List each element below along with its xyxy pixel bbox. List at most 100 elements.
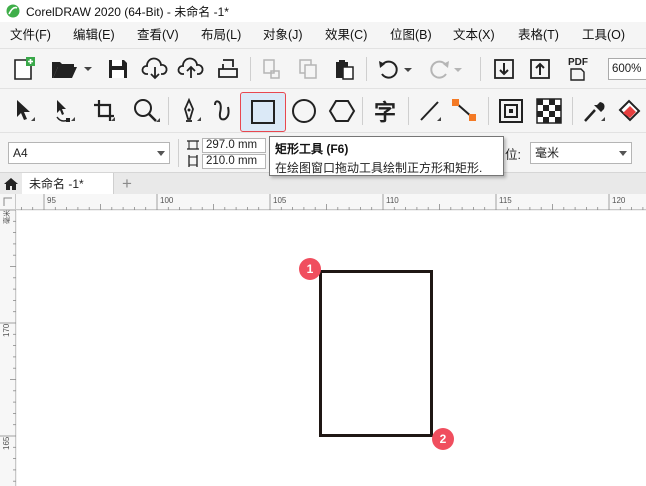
ruler-label: 105	[273, 196, 287, 205]
zoom-tool[interactable]	[128, 97, 164, 125]
contour-tool[interactable]	[494, 97, 528, 125]
eyedropper-icon	[584, 102, 605, 122]
menu-table[interactable]: 表格(T)	[518, 22, 559, 48]
redo-disabled-icon	[430, 60, 462, 79]
undo-icon	[379, 60, 412, 79]
home-icon[interactable]	[3, 177, 19, 191]
ellipse-icon	[292, 99, 316, 123]
toolbar-separator	[488, 97, 489, 125]
open-folder-icon	[52, 62, 92, 78]
document-tab[interactable]: 未命名 -1*	[22, 173, 114, 195]
add-document-button[interactable]: +	[118, 175, 136, 193]
ruler-label: 165	[2, 436, 11, 450]
paste-button[interactable]	[330, 56, 358, 82]
horizontal-ruler[interactable]: 95 100 105 110 115 120	[16, 194, 646, 210]
page-height-field[interactable]: 210.0 mm	[202, 154, 266, 169]
publish-pdf-button[interactable]: PDF	[562, 54, 596, 84]
freehand-tool[interactable]	[208, 97, 238, 125]
copy-button[interactable]	[294, 56, 322, 82]
ruler-label: 110	[386, 196, 399, 205]
toolbar-separator	[168, 97, 169, 125]
menu-tools[interactable]: 工具(O)	[582, 22, 625, 48]
shape-tool[interactable]	[48, 97, 80, 125]
connector-icon	[452, 99, 476, 121]
menu-bitmaps[interactable]: 位图(B)	[390, 22, 432, 48]
new-document-icon	[14, 57, 35, 80]
menu-file[interactable]: 文件(F)	[10, 22, 51, 48]
import-button[interactable]	[258, 56, 286, 82]
export-file-button[interactable]	[526, 56, 554, 82]
menu-effects[interactable]: 效果(C)	[325, 22, 367, 48]
ellipse-tool[interactable]	[288, 97, 320, 125]
cloud-upload-icon	[177, 57, 204, 78]
import-file-button[interactable]	[490, 56, 518, 82]
cloud-download-button[interactable]	[140, 56, 170, 82]
crop-tool[interactable]	[88, 97, 120, 125]
import-disabled-icon	[263, 59, 280, 79]
ruler-label: 120	[612, 196, 626, 205]
toolbar-separator	[178, 139, 179, 167]
menu-object[interactable]: 对象(J)	[263, 22, 303, 48]
units-label: 位:	[505, 148, 521, 162]
redo-button[interactable]	[424, 56, 464, 82]
shape-node-icon	[56, 100, 75, 122]
menu-view[interactable]: 查看(V)	[137, 22, 179, 48]
polygon-tool[interactable]	[326, 97, 358, 125]
save-icon	[109, 60, 127, 78]
horizontal-ruler-scale: 95 100 105 110 115 120	[21, 194, 644, 210]
undo-button[interactable]	[374, 56, 414, 82]
document-tab-label: 未命名 -1*	[29, 177, 84, 191]
cloud-upload-button[interactable]	[176, 56, 206, 82]
tooltip-description: 在绘图窗口拖动工具绘制正方形和矩形.	[275, 161, 483, 175]
checkerboard-icon	[536, 98, 562, 124]
export-arrow-icon	[530, 59, 550, 79]
vertical-ruler[interactable]: 170 165 毫米	[0, 209, 16, 486]
page-width-field[interactable]: 297.0 mm	[202, 138, 266, 153]
hexagon-icon	[328, 100, 356, 122]
ruler-label: 100	[160, 196, 174, 205]
page-height-icon	[188, 155, 198, 167]
pdf-label: PDF	[568, 57, 588, 68]
chevron-down-icon	[157, 151, 165, 156]
open-button[interactable]	[48, 56, 94, 82]
units-dropdown[interactable]: 毫米	[530, 142, 632, 164]
save-button[interactable]	[104, 56, 132, 82]
new-document-button[interactable]	[10, 56, 38, 82]
ruler-label: 95	[47, 196, 56, 205]
magnifier-icon	[134, 99, 160, 122]
toolbar-separator	[572, 97, 573, 125]
eyedropper-tool[interactable]	[578, 97, 610, 125]
menu-bar: 文件(F) 编辑(E) 查看(V) 布局(L) 对象(J) 效果(C) 位图(B…	[0, 22, 646, 48]
dimension-tool[interactable]	[414, 97, 446, 125]
page-size-value: A4	[13, 146, 28, 160]
paint-bucket-icon	[618, 99, 641, 122]
menu-layout[interactable]: 布局(L)	[201, 22, 241, 48]
import-arrow-icon	[494, 59, 514, 79]
vertical-ruler-scale: 170 165 毫米	[0, 209, 16, 482]
standard-toolbar: PDF 600%	[0, 48, 646, 88]
print-button[interactable]	[214, 56, 242, 82]
page-size-dropdown[interactable]: A4	[8, 142, 170, 164]
pdf-icon: PDF	[568, 57, 588, 81]
menu-edit[interactable]: 编辑(E)	[73, 22, 115, 48]
pen-tool[interactable]	[174, 97, 206, 125]
connector-tool[interactable]	[448, 97, 482, 125]
paste-icon	[336, 60, 354, 80]
zoom-level-field[interactable]: 600%	[608, 58, 646, 80]
tooltip-title: 矩形工具 (F6)	[275, 142, 349, 156]
text-tool[interactable]: 字	[368, 97, 402, 126]
pick-tool[interactable]	[8, 97, 40, 125]
menu-text[interactable]: 文本(X)	[453, 22, 495, 48]
diagonal-line-icon	[420, 101, 441, 121]
rectangle-tool[interactable]	[244, 97, 282, 127]
transparency-tool[interactable]	[532, 97, 566, 125]
interactive-fill-tool[interactable]	[614, 97, 646, 125]
ruler-corner[interactable]	[0, 194, 16, 210]
drawn-rectangle[interactable]	[319, 270, 433, 437]
toolbox: 字	[0, 88, 646, 132]
toolbar-separator	[250, 57, 251, 81]
pointer-arrow-icon	[17, 100, 35, 121]
pen-nib-icon	[184, 97, 201, 122]
toolbar-separator	[362, 97, 363, 125]
chevron-down-icon	[619, 151, 627, 156]
